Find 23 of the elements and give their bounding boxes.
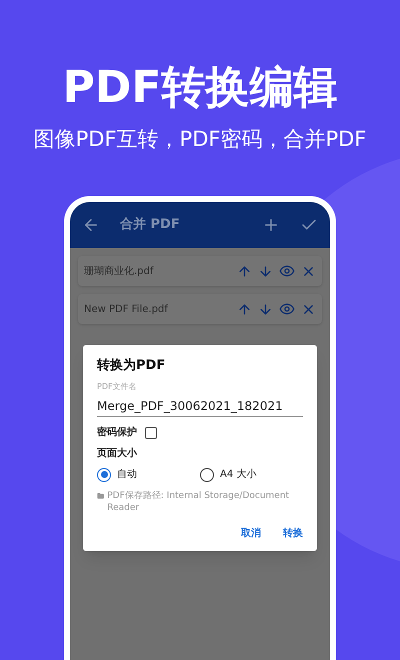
file-name: 珊瑚商业化.pdf [84, 264, 155, 278]
eye-icon[interactable] [279, 301, 295, 317]
file-name: New PDF File.pdf [84, 302, 169, 316]
dialog-action-button[interactable]: 取消 [241, 526, 261, 541]
filename-field[interactable]: Merge_PDF_30062021_182021 [97, 396, 303, 417]
add-icon[interactable] [262, 216, 280, 234]
down-arrow-icon[interactable] [258, 264, 273, 278]
eye-icon[interactable] [279, 263, 295, 279]
page-size-radio[interactable]: A4 大小 [200, 467, 256, 482]
password-checkbox[interactable] [145, 426, 157, 438]
page-size-label: 页面大小 [97, 446, 138, 461]
filename-field-label: PDF文件名 [97, 381, 138, 393]
page-size-radio[interactable]: 自动 [97, 467, 137, 482]
hero-subtitle: 图像PDF互转，PDF密码，合并PDF [34, 126, 366, 153]
save-path: PDF保存路径: Internal Storage/Document Reader [107, 490, 290, 514]
hero-title: PDF转换编辑 [62, 61, 338, 115]
app-bar-title: 合并 PDF [120, 216, 181, 234]
password-label: 密码保护 [97, 425, 137, 440]
dialog-action-button[interactable]: 转换 [283, 526, 303, 541]
back-icon[interactable] [82, 216, 100, 234]
folder-icon [97, 492, 104, 500]
dialog-title: 转换为PDF [97, 357, 166, 375]
down-arrow-icon[interactable] [258, 302, 273, 316]
